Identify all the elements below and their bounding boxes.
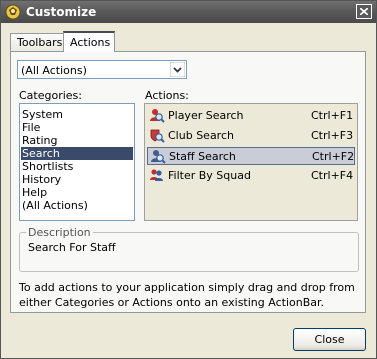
actions-panel: (All Actions) Categories: Actions: Syste…	[10, 51, 366, 313]
action-shortcut: Ctrl+F4	[311, 169, 354, 182]
action-shortcut: Ctrl+F3	[311, 129, 354, 142]
staff-search-icon	[150, 149, 166, 165]
category-item-system[interactable]: System	[21, 108, 133, 121]
chevron-down-icon[interactable]	[169, 61, 186, 78]
tab-actions[interactable]: Actions	[63, 31, 115, 52]
action-name: Player Search	[168, 109, 244, 122]
action-filter-value: (All Actions)	[21, 64, 87, 77]
categories-label: Categories:	[19, 89, 82, 102]
action-name: Club Search	[168, 129, 234, 142]
action-shortcut: Ctrl+F2	[312, 150, 355, 163]
close-window-button[interactable]	[356, 4, 372, 19]
filter-squad-icon	[149, 168, 165, 184]
close-button[interactable]: Close	[293, 328, 366, 351]
help-text: To add actions to your application simpl…	[19, 281, 355, 309]
title-bar[interactable]: Customize	[1, 1, 376, 23]
description-text: Search For Staff	[28, 241, 116, 254]
category-item-help[interactable]: Help	[21, 186, 133, 199]
category-item-all-actions[interactable]: (All Actions)	[21, 199, 133, 212]
category-item-rating[interactable]: Rating	[21, 134, 133, 147]
category-item-search[interactable]: Search	[21, 147, 133, 160]
category-item-history[interactable]: History	[21, 173, 133, 186]
club-search-icon	[149, 128, 165, 144]
customize-dialog: Customize Toolbars Actions (All Actions)…	[0, 0, 377, 359]
player-search-icon	[149, 108, 165, 124]
action-item-staff-search[interactable]: Staff Search Ctrl+F2	[147, 147, 355, 165]
action-name: Staff Search	[169, 150, 236, 163]
window-title: Customize	[26, 5, 97, 19]
tab-toolbars[interactable]: Toolbars	[10, 33, 64, 51]
action-item-player-search[interactable]: Player Search Ctrl+F1	[147, 107, 355, 125]
app-ball-icon	[5, 4, 21, 20]
description-group: Description Search For Staff	[19, 226, 359, 272]
action-item-club-search[interactable]: Club Search Ctrl+F3	[147, 127, 355, 145]
category-item-file[interactable]: File	[21, 121, 133, 134]
description-legend: Description	[26, 226, 93, 239]
categories-list[interactable]: System File Rating Search Shortlists His…	[19, 103, 135, 221]
action-name: Filter By Squad	[168, 169, 251, 182]
action-item-filter-by-squad[interactable]: Filter By Squad Ctrl+F4	[147, 167, 355, 185]
category-item-shortlists[interactable]: Shortlists	[21, 160, 133, 173]
actions-label: Actions:	[145, 89, 189, 102]
action-shortcut: Ctrl+F1	[311, 109, 354, 122]
actions-list[interactable]: Player Search Ctrl+F1 Club Search Ctrl+F…	[144, 103, 358, 221]
action-filter-dropdown[interactable]: (All Actions)	[17, 60, 187, 79]
